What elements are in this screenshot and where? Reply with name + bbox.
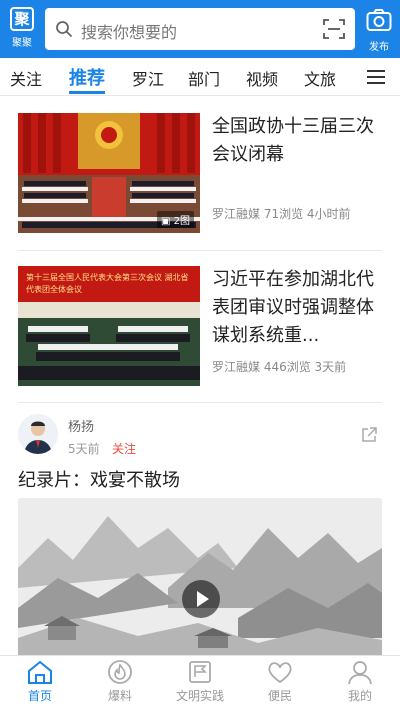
nav-civilization-practice-label: 文明实践: [175, 689, 224, 703]
article-title: 全国政协十三届三次会议闭幕: [212, 116, 374, 165]
user-icon: [348, 661, 372, 685]
gallery-icon: ▣: [160, 216, 174, 227]
article-meta: 罗江融媒 446浏览 3天前: [212, 360, 347, 374]
tab-culture-tourism[interactable]: 文旅: [304, 66, 336, 96]
search-bar[interactable]: 搜索你想要的: [45, 8, 355, 50]
publish-button[interactable]: 发布: [362, 8, 396, 53]
article-card[interactable]: 第十三届全国人民代表大会第三次会议 湖北省代表团全体会议 习近平在参加湖北代表团…: [18, 266, 382, 386]
nav-tipoff-label: 爆料: [107, 689, 132, 703]
search-icon: [56, 21, 72, 37]
publish-label: 发布: [369, 42, 389, 53]
play-button[interactable]: [182, 580, 220, 618]
tab-follow[interactable]: 关注: [10, 66, 42, 96]
article-thumbnail: ▣ 2图: [18, 113, 200, 233]
nav-convenience[interactable]: 便民: [240, 659, 320, 704]
nav-convenience-label: 便民: [267, 689, 292, 703]
video-thumbnail[interactable]: [18, 498, 382, 656]
search-placeholder: 搜索你想要的: [81, 23, 178, 42]
post-title: 纪录片：戏宴不散场: [18, 470, 180, 491]
camera-icon: [366, 9, 392, 31]
tab-recommend[interactable]: 推荐: [69, 64, 105, 94]
image-banner-text: 第十三届全国人民代表大会第三次会议 湖北省代表团全体会议: [26, 273, 189, 294]
nav-home[interactable]: 首页: [0, 659, 80, 704]
article-title: 习近平在参加湖北代表团审议时强调整体谋划系统重...: [212, 269, 374, 346]
tab-luojiang[interactable]: 罗江: [132, 66, 164, 96]
divider: [18, 250, 382, 251]
app-name: 聚聚: [12, 38, 32, 49]
divider: [18, 402, 382, 403]
follow-button[interactable]: 关注: [112, 440, 136, 457]
bottom-nav: 首页 爆料 文明实践 便民 我的: [0, 655, 400, 710]
nav-tipoff[interactable]: 爆料: [80, 659, 160, 704]
logo-mark: 聚: [10, 7, 34, 31]
heart-icon: [268, 662, 292, 684]
nav-profile[interactable]: 我的: [320, 659, 400, 704]
app-logo[interactable]: 聚 聚聚: [6, 7, 38, 51]
flag-icon: [189, 661, 211, 683]
channel-tabs: 关注 推荐 罗江 部门 视频 文旅: [0, 58, 400, 96]
image-count-badge: ▣ 2图: [156, 211, 194, 228]
menu-icon[interactable]: [366, 69, 386, 85]
post-time: 5天前: [68, 442, 100, 456]
scan-icon[interactable]: [323, 18, 345, 40]
play-icon: [197, 591, 209, 607]
tab-departments[interactable]: 部门: [188, 66, 220, 96]
home-icon: [28, 660, 52, 684]
author-name[interactable]: 杨扬: [68, 416, 94, 435]
nav-profile-label: 我的: [347, 689, 372, 703]
image-count: 2图: [173, 216, 190, 227]
nav-civilization-practice[interactable]: 文明实践: [160, 659, 240, 704]
fire-icon: [108, 660, 132, 684]
share-icon[interactable]: [360, 426, 378, 444]
article-card[interactable]: ▣ 2图 全国政协十三届三次会议闭幕 罗江融媒 71浏览 4小时前: [18, 113, 382, 233]
top-bar: 聚 聚聚 搜索你想要的 发布: [0, 0, 400, 58]
tab-video[interactable]: 视频: [246, 66, 278, 96]
nav-home-label: 首页: [27, 689, 52, 703]
article-meta: 罗江融媒 71浏览 4小时前: [212, 207, 351, 221]
avatar[interactable]: [18, 414, 58, 454]
